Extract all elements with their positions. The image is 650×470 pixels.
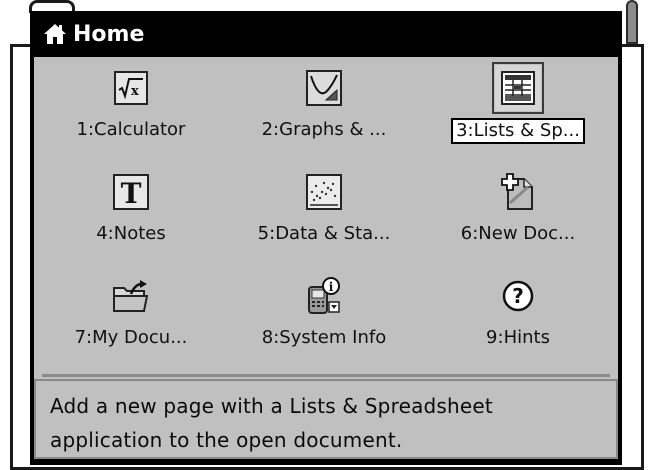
app-hints[interactable]: ? 9:Hints xyxy=(428,267,608,367)
dialog-title: Home xyxy=(73,21,145,47)
app-label-selected: 3:Lists & Sp... xyxy=(451,118,585,144)
home-icon xyxy=(44,24,66,44)
calculator-icon: x xyxy=(108,65,154,111)
app-label: 5:Data & Sta... xyxy=(257,223,391,244)
svg-text:?: ? xyxy=(512,284,524,308)
app-label: 2:Graphs & ... xyxy=(261,119,387,140)
app-my-documents[interactable]: 7:My Docu... xyxy=(41,267,221,367)
app-system-info[interactable]: i 8:System Info xyxy=(234,267,414,367)
app-calculator[interactable]: x 1:Calculator xyxy=(41,59,221,159)
app-label: 7:My Docu... xyxy=(74,327,188,348)
data-statistics-icon xyxy=(301,169,347,215)
app-label: 8:System Info xyxy=(261,327,387,348)
description-panel: Add a new page with a Lists & Spreadshee… xyxy=(34,379,618,459)
app-new-document[interactable]: 6:New Doc... xyxy=(428,163,608,263)
app-data-statistics[interactable]: 5:Data & Sta... xyxy=(234,163,414,263)
app-label: 4:Notes xyxy=(96,223,166,244)
app-lists-spreadsheet[interactable]: 3:Lists & Sp... xyxy=(428,59,608,159)
notes-icon: T xyxy=(108,169,154,215)
app-label: 9:Hints xyxy=(486,327,550,348)
svg-text:x: x xyxy=(131,84,139,99)
app-label: 1:Calculator xyxy=(76,119,186,140)
lists-spreadsheet-icon xyxy=(492,62,544,114)
graphs-icon xyxy=(301,65,347,111)
home-dialog: Home x 1:Calculator 2:Graphs & ... 3:Lis… xyxy=(30,11,622,465)
svg-text:T: T xyxy=(121,177,142,210)
divider xyxy=(42,374,610,377)
app-label: 6:New Doc... xyxy=(460,223,576,244)
dialog-title-bar: Home xyxy=(30,11,622,57)
svg-text:i: i xyxy=(329,280,334,294)
my-documents-icon xyxy=(108,273,154,319)
system-info-icon: i xyxy=(301,273,347,319)
hints-icon: ? xyxy=(495,273,541,319)
app-graphs[interactable]: 2:Graphs & ... xyxy=(234,59,414,159)
description-text: Add a new page with a Lists & Spreadshee… xyxy=(50,394,493,452)
app-grid: x 1:Calculator 2:Graphs & ... 3:Lists & … xyxy=(34,57,618,379)
app-notes[interactable]: T 4:Notes xyxy=(41,163,221,263)
background-scrollbar xyxy=(626,0,638,44)
new-document-icon xyxy=(495,169,541,215)
